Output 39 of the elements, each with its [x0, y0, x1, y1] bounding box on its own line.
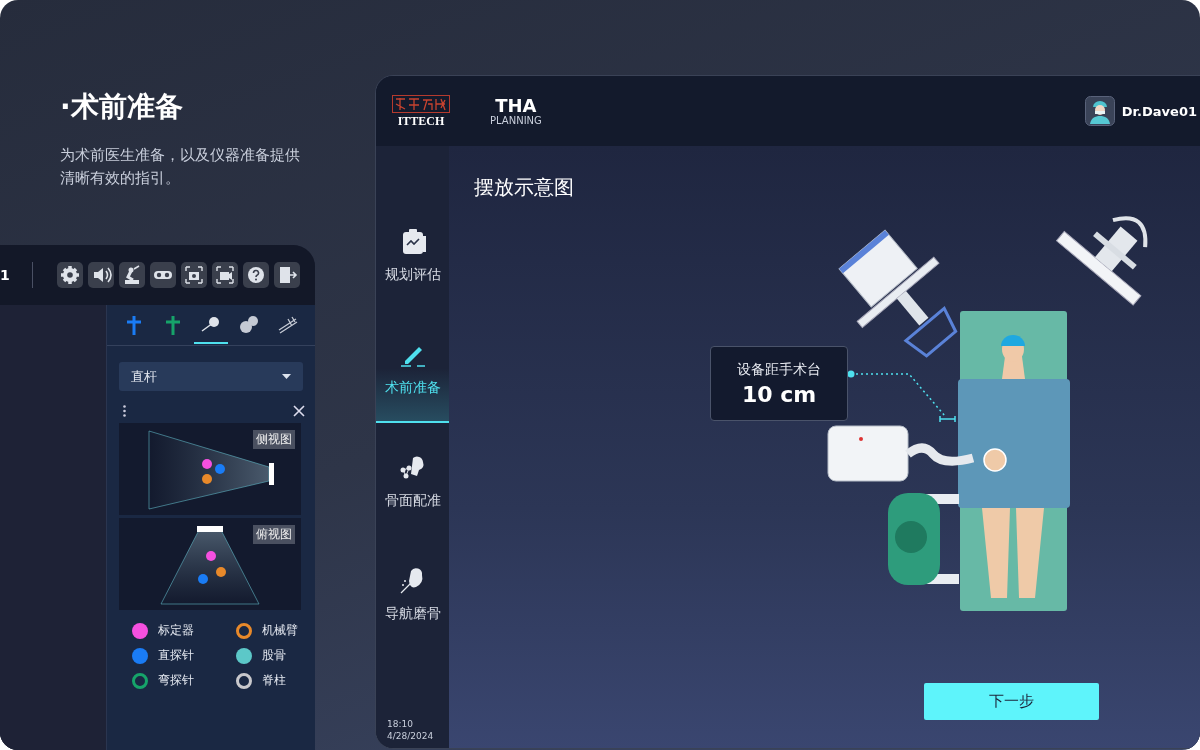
legend-label: 机械臂 [262, 622, 298, 639]
clock-date: 4/28/2024 [387, 730, 435, 742]
logo-text: ITTECH [397, 114, 445, 128]
help-icon[interactable] [242, 262, 269, 288]
legend-label: 标定器 [158, 622, 194, 639]
user-name: Dr.Dave01 [1121, 103, 1197, 119]
video-icon[interactable] [211, 262, 238, 288]
app-subtitle: PLANNING [490, 115, 542, 126]
nav-item[interactable]: 规划评估 [376, 220, 449, 333]
robot-arm-icon[interactable] [118, 262, 145, 288]
seal-logo-icon [392, 94, 450, 113]
page-title: 摆放示意图 [474, 174, 575, 201]
avatar-icon [1084, 96, 1115, 126]
next-button[interactable]: 下一步 [924, 683, 1099, 720]
callout-label: 设备距手术台 [737, 360, 821, 379]
dropdown-value: 直杆 [131, 367, 157, 386]
tracker-icon[interactable] [149, 262, 176, 288]
section-description: 为术前医生准备，以及仪器准备提供清晰有效的指引。 [60, 145, 301, 189]
legend-label: 直探针 [158, 647, 194, 664]
nav-item[interactable]: 导航磨骨 [376, 559, 449, 672]
caret-icon [282, 374, 291, 379]
exit-icon[interactable] [273, 262, 300, 288]
callout-value: 10 cm [741, 381, 817, 407]
header-text: 1 [0, 267, 10, 283]
view-label: 侧视图 [253, 430, 295, 449]
more-icon[interactable] [123, 405, 126, 417]
legend-label: 股骨 [262, 647, 286, 664]
app-title: THA [495, 96, 537, 115]
gear-icon[interactable] [56, 262, 83, 288]
speaker-icon[interactable] [87, 262, 114, 288]
legend-label: 弯探针 [158, 672, 194, 689]
section-heading: ·术前准备 [60, 89, 184, 125]
clock-time: 18:10 [387, 718, 414, 730]
nav-item[interactable]: 骨面配准 [376, 446, 449, 559]
view-label: 俯视图 [253, 525, 295, 544]
close-icon[interactable] [293, 405, 305, 417]
camera-icon[interactable] [180, 262, 207, 288]
dropdown[interactable]: 直杆 [119, 362, 303, 391]
legend-label: 脊柱 [262, 672, 286, 689]
